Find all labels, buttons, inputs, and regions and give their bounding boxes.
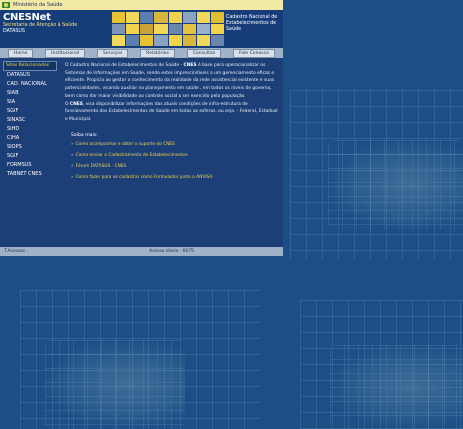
purpose-cnes-emphasis: CNES [69, 101, 83, 107]
sidebar-item-siops[interactable]: SIOPS [3, 143, 61, 152]
site-header: CNESNet Secretaria de Atenção à Saúde DA… [0, 10, 283, 48]
content-area: Sites Relacionados DATASUS CAD. NACIONAL… [0, 58, 283, 247]
sidebar-item-sinasc[interactable]: SINASC [3, 116, 61, 125]
nav-consultas[interactable]: Consultas [186, 48, 222, 58]
sidebar-item-formsus[interactable]: FORMSUS [3, 161, 61, 170]
saiba-mais-box: Saiba mais: » Como acompanhar e obter o s… [71, 132, 221, 183]
background-grid [300, 300, 463, 429]
site-logo-title[interactable]: CNESNet [3, 12, 115, 23]
sidebar-item-cad-nacional[interactable]: CAD. NACIONAL [3, 80, 61, 89]
bullet-icon: » [71, 163, 74, 169]
header-right-line: Saúde [226, 27, 242, 32]
header-subtitle-datasus: DATASUS [3, 29, 25, 34]
bullet-icon: » [71, 152, 74, 158]
link-label[interactable]: Como fazer para se cadastrar como Formul… [76, 175, 213, 180]
link-label[interactable]: Como acompanhar e obter o suporte do CNE… [76, 142, 175, 147]
related-sites-sidebar: Sites Relacionados DATASUS CAD. NACIONAL… [0, 58, 61, 247]
background-grid [290, 90, 463, 260]
link-forum-datasus[interactable]: » Fórum DATASUS - CNES [71, 161, 221, 172]
bullet-icon: » [71, 174, 74, 180]
intro-cnes-emphasis: CNES [183, 63, 197, 68]
sidebar-item-sihd[interactable]: SIHD [3, 125, 61, 134]
purpose-text-rest: , visa disponibilizar informações das at… [65, 101, 278, 122]
nav-home[interactable]: Home [7, 48, 34, 58]
sidebar-item-tabnet-cnes[interactable]: TABNET CNES [3, 170, 61, 179]
brand-block: CNESNet Secretaria de Atenção à Saúde DA… [0, 10, 115, 48]
link-formulador-anvisa[interactable]: » Como fazer para se cadastrar como Formu… [71, 172, 221, 183]
page-frame: Ministério da Saúde CNESNet Secretaria d… [0, 0, 283, 256]
sidebar-item-sgif[interactable]: SGIF [3, 107, 61, 116]
background-grid [20, 290, 260, 429]
ministry-label[interactable]: Ministério da Saúde [13, 2, 62, 8]
link-label[interactable]: Fórum DATASUS - CNES [76, 164, 127, 169]
link-enviar-cadastramento[interactable]: » Como enviar o Cadastramento de Estabele… [71, 150, 221, 161]
intro-paragraph: O Cadastro Nacional de Estabelecimentos … [65, 62, 279, 101]
bullet-icon: » [71, 141, 74, 147]
nav-relatorios[interactable]: Relatórios [140, 48, 175, 58]
sidebar-item-siab[interactable]: SIAB [3, 89, 61, 98]
nav-fale-conosco[interactable]: Fale Conosco [232, 48, 276, 58]
header-system-name: Cadastro Nacional de Estabelecimentos de… [226, 15, 282, 33]
nav-institucional[interactable]: Institucional [45, 48, 86, 58]
header-mosaic-banner [112, 12, 224, 46]
intro-text-start: O Cadastro Nacional de Estabelecimentos … [65, 63, 184, 68]
brazil-flag-icon [2, 2, 10, 8]
link-suporte-cnes[interactable]: » Como acompanhar e obter o suporte do CN… [71, 139, 221, 150]
top-navigation: Home Institucional Serviços Relatórios C… [0, 48, 283, 58]
purpose-paragraph: O CNES, visa disponibilizar informações … [65, 101, 279, 124]
link-label[interactable]: Como enviar o Cadastramento de Estabelec… [76, 153, 188, 158]
daily-access-counter: Acesso diario - 6675 [149, 249, 194, 254]
main-content: O Cadastro Nacional de Estabelecimentos … [61, 58, 283, 247]
sidebar-heading: Sites Relacionados [3, 61, 57, 71]
sidebar-item-sgif-2[interactable]: SGIF [3, 152, 61, 161]
page-footer: T.Acessos - Acesso diario - 6675 [0, 247, 283, 256]
sidebar-item-ciha[interactable]: CIHA [3, 134, 61, 143]
sidebar-item-sia[interactable]: SIA [3, 98, 61, 107]
nav-servicos[interactable]: Serviços [96, 48, 129, 58]
sidebar-item-datasus[interactable]: DATASUS [3, 71, 61, 80]
intro-text-rest: é base para operacionalizar os Sistemas … [65, 63, 275, 99]
saiba-mais-heading: Saiba mais: [71, 132, 98, 138]
government-bar: Ministério da Saúde [0, 0, 283, 10]
total-access-label: T.Acessos - [4, 249, 29, 254]
